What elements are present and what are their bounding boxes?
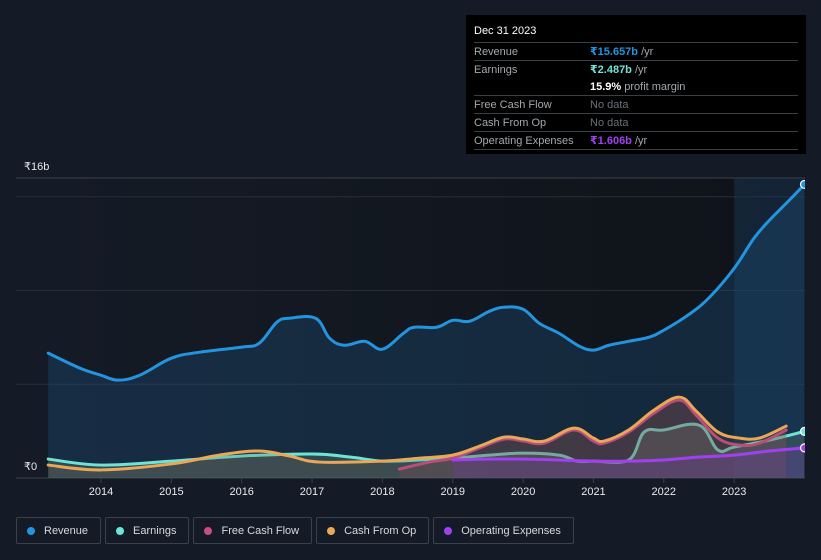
x-tick-label: 2016 bbox=[229, 486, 253, 498]
tooltip-label: Cash From Op bbox=[474, 116, 547, 129]
tooltip-label: Revenue bbox=[474, 45, 519, 58]
earnings-dot-icon bbox=[116, 526, 125, 535]
tooltip-row-earnings: Earnings ₹2.487b /yr bbox=[474, 61, 798, 78]
cash-from-op-dot-icon bbox=[327, 526, 336, 535]
revenue-dot-icon bbox=[27, 526, 35, 535]
tooltip-label: Earnings bbox=[474, 63, 518, 76]
legend-label: Revenue bbox=[44, 524, 89, 537]
x-tick-label: 2014 bbox=[89, 486, 113, 498]
x-tick-label: 2022 bbox=[652, 486, 676, 498]
tooltip-row-revenue: Revenue ₹15.657b /yr bbox=[474, 43, 798, 61]
tooltip-value: ₹15.657b bbox=[590, 46, 639, 58]
tooltip-label: Free Cash Flow bbox=[474, 98, 552, 111]
y-tick-label: ₹16b bbox=[24, 161, 49, 173]
legend: Revenue Earnings Free Cash Flow Cash Fro… bbox=[16, 517, 574, 544]
legend-label: Operating Expenses bbox=[461, 524, 561, 537]
tooltip-value: ₹2.487b bbox=[590, 64, 632, 76]
legend-item-earnings[interactable]: Earnings bbox=[105, 517, 190, 544]
tooltip-value: No data bbox=[590, 98, 629, 111]
tooltip-unit: /yr bbox=[638, 46, 654, 58]
legend-item-revenue[interactable]: Revenue bbox=[16, 517, 102, 544]
legend-item-free-cash-flow[interactable]: Free Cash Flow bbox=[193, 517, 313, 544]
tooltip-date: Dec 31 2023 bbox=[474, 23, 798, 43]
tooltip-unit: /yr bbox=[631, 135, 648, 147]
tooltip-unit: /yr bbox=[631, 64, 648, 76]
legend-item-cash-from-op[interactable]: Cash From Op bbox=[316, 517, 430, 544]
legend-label: Cash From Op bbox=[344, 524, 417, 537]
x-tick-label: 2017 bbox=[300, 486, 324, 498]
x-tick-label: 2023 bbox=[722, 486, 746, 498]
tooltip-row-profit-margin: 15.9% profit margin bbox=[474, 78, 798, 96]
legend-item-operating-expenses[interactable]: Operating Expenses bbox=[433, 517, 574, 544]
tooltip: Dec 31 2023 Revenue ₹15.657b /yr Earning… bbox=[466, 15, 806, 154]
operating-expenses-dot-icon bbox=[444, 526, 453, 535]
tooltip-label: Operating Expenses bbox=[474, 134, 574, 147]
legend-label: Earnings bbox=[133, 524, 177, 537]
tooltip-value: ₹1.606b bbox=[590, 135, 632, 147]
x-tick-label: 2021 bbox=[581, 486, 605, 498]
tooltip-value: 15.9% bbox=[590, 80, 622, 93]
x-tick-label: 2018 bbox=[370, 486, 394, 498]
tooltip-row-operating-expenses: Operating Expenses ₹1.606b /yr bbox=[474, 132, 798, 150]
x-tick-label: 2015 bbox=[159, 486, 183, 498]
tooltip-row-free-cash-flow: Free Cash Flow No data bbox=[474, 96, 798, 114]
tooltip-value: No data bbox=[590, 116, 629, 129]
legend-label: Free Cash Flow bbox=[221, 524, 300, 537]
right-edge bbox=[805, 176, 821, 480]
x-tick-label: 2019 bbox=[441, 486, 465, 498]
tooltip-unit: profit margin bbox=[621, 80, 686, 93]
x-tick-label: 2020 bbox=[511, 486, 535, 498]
tooltip-row-cash-from-op: Cash From Op No data bbox=[474, 114, 798, 132]
free-cash-flow-dot-icon bbox=[204, 526, 213, 535]
y-tick-label: ₹0 bbox=[24, 461, 37, 473]
